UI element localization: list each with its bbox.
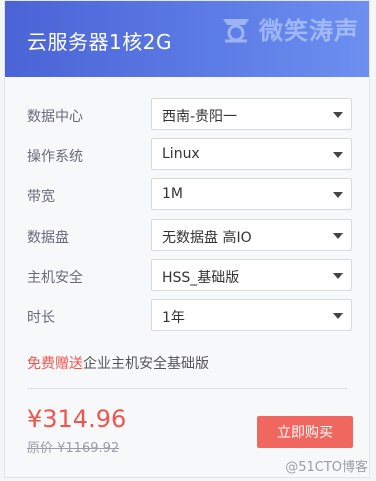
- os-label: 操作系统: [27, 149, 83, 165]
- chevron-down-icon: [333, 273, 343, 279]
- footer-watermark: @51CTO博客: [285, 460, 368, 475]
- watermark-text: 微笑涛声: [259, 17, 359, 45]
- data-disk-label: 数据盘: [27, 230, 69, 246]
- duration-select[interactable]: 1年: [151, 299, 352, 331]
- bandwidth-label: 带宽: [27, 189, 55, 205]
- chevron-down-icon: [333, 192, 343, 198]
- host-security-select[interactable]: HSS_基础版: [151, 259, 352, 291]
- watermark-logo-icon: [223, 18, 249, 42]
- row-bandwidth: 带宽 1M: [5, 178, 369, 212]
- os-value: Linux: [162, 146, 200, 162]
- row-datacenter: 数据中心 西南-贵阳一: [5, 98, 369, 132]
- chevron-down-icon: [333, 152, 343, 158]
- product-card: 云服务器1核2G 微笑涛声 数据中心 西南-贵阳一 操作系统 Linux 带宽 …: [4, 0, 370, 478]
- original-price: 原价 ¥1169.92: [27, 441, 120, 456]
- chevron-down-icon: [333, 112, 343, 118]
- datacenter-select[interactable]: 西南-贵阳一: [151, 98, 352, 130]
- price: ¥314.96: [27, 405, 127, 433]
- duration-value: 1年: [162, 310, 185, 326]
- promo-highlight: 免费赠送: [27, 356, 83, 372]
- os-select[interactable]: Linux: [151, 138, 352, 170]
- row-host-security: 主机安全 HSS_基础版: [5, 259, 369, 293]
- datacenter-value: 西南-贵阳一: [162, 109, 238, 125]
- host-security-value: HSS_基础版: [162, 270, 240, 286]
- bandwidth-select[interactable]: 1M: [151, 178, 352, 210]
- row-os: 操作系统 Linux: [5, 138, 369, 172]
- buy-now-button[interactable]: 立即购买: [257, 416, 353, 448]
- row-duration: 时长 1年: [5, 299, 369, 333]
- bandwidth-value: 1M: [162, 186, 183, 202]
- promo-text: 企业主机安全基础版: [83, 356, 209, 372]
- chevron-down-icon: [333, 313, 343, 319]
- product-title: 云服务器1核2G: [27, 30, 172, 54]
- watermark: 微笑涛声: [219, 11, 359, 46]
- card-header: 云服务器1核2G 微笑涛声: [5, 1, 369, 77]
- datacenter-label: 数据中心: [27, 109, 83, 125]
- row-data-disk: 数据盘 无数据盘 高IO: [5, 219, 369, 253]
- host-security-label: 主机安全: [27, 270, 83, 286]
- duration-label: 时长: [27, 310, 55, 326]
- data-disk-value: 无数据盘 高IO: [162, 230, 252, 246]
- data-disk-select[interactable]: 无数据盘 高IO: [151, 219, 352, 251]
- chevron-down-icon: [333, 233, 343, 239]
- promo-note: 免费赠送企业主机安全基础版: [27, 353, 209, 373]
- divider: [27, 388, 347, 389]
